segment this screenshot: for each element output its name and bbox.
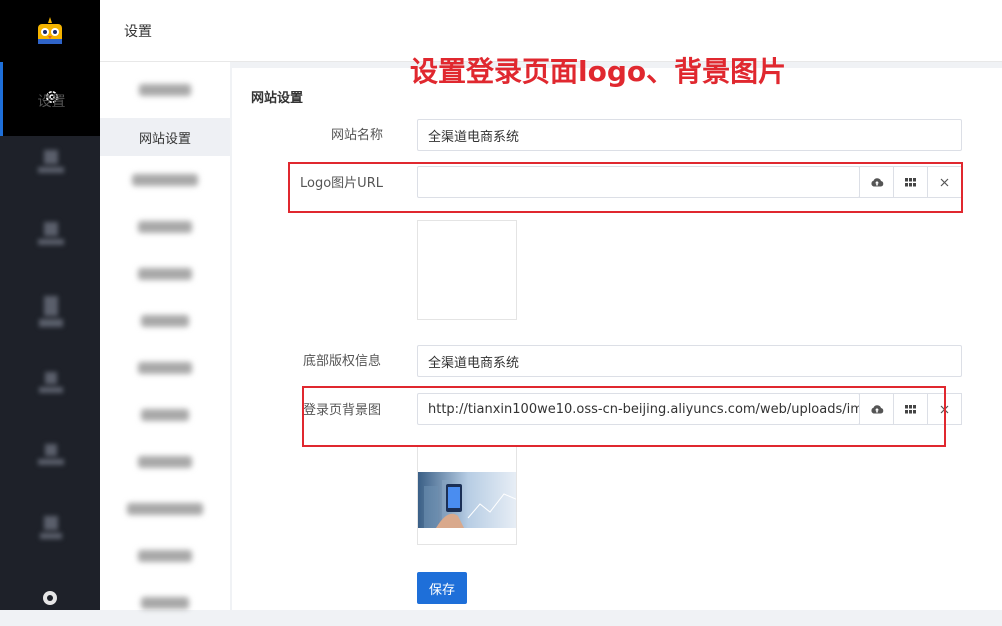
nav-item-blurred[interactable] [36,150,66,190]
background-thumbnail [418,446,516,544]
submenu-item-label: 网站设置 [138,131,191,147]
nav-item-label: 设置 [37,94,66,110]
submenu-item-blurred[interactable] [100,250,230,297]
annotation-text: 设置登录页面logo、背景图片 [410,55,787,88]
annotation-box-background [302,386,946,447]
submenu-item-blurred[interactable] [100,156,230,203]
submenu-item-blurred[interactable] [100,344,230,391]
annotation-box-logo [288,162,963,213]
nav-item-blurred[interactable] [36,372,66,412]
submenu-item-blurred[interactable] [100,532,230,579]
app-logo [0,0,100,62]
nav-item-settings[interactable]: 设置 [0,62,100,136]
submenu-item-blurred[interactable] [100,485,230,532]
nav-item-blurred[interactable] [36,444,66,484]
main-nav: 设置 [0,0,100,610]
submenu-item-site-settings[interactable]: 网站设置 [100,118,230,156]
login-bg-preview [417,445,517,545]
save-button[interactable]: 保存 [417,572,467,604]
nav-item-blurred[interactable] [36,222,66,262]
logo-preview [417,220,517,320]
copyright-label: 底部版权信息 [303,354,382,369]
submenu-item-blurred[interactable] [100,203,230,250]
settings-submenu: 网站设置 [100,62,230,610]
submenu-item-blurred[interactable] [100,438,230,485]
nav-item-blurred[interactable] [36,296,66,336]
submenu-item-blurred[interactable] [100,391,230,438]
submenu-item-blurred[interactable] [100,579,230,626]
section-title: 网站设置 [251,91,304,106]
gear-icon[interactable] [40,588,60,610]
nav-item-blurred[interactable] [36,516,66,556]
submenu-item-blurred[interactable] [100,62,230,118]
submenu-item-blurred[interactable] [100,297,230,344]
site-name-label: 网站名称 [331,128,384,143]
settings-form: 网站设置 网站名称 全渠道电商系统 Logo图片URL 底部版权信息 全渠道电商… [232,68,1002,610]
page-title: 设置 [124,23,152,40]
site-name-input[interactable]: 全渠道电商系统 [417,119,962,151]
copyright-input[interactable]: 全渠道电商系统 [417,345,962,377]
